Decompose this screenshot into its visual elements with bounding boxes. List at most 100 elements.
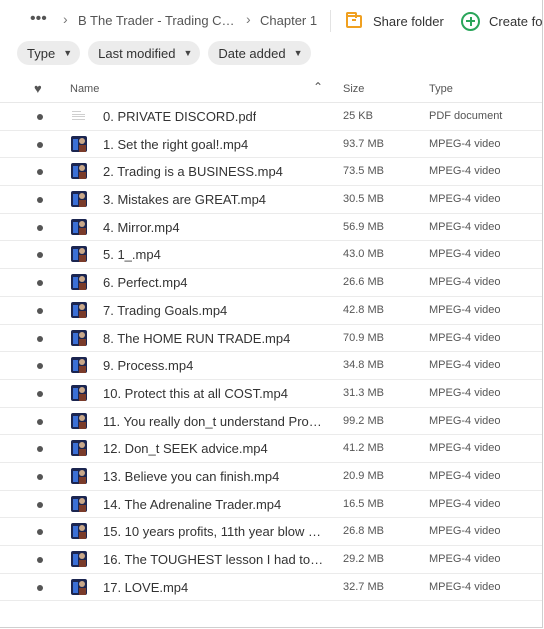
file-name[interactable]: 9. Process.mp4 bbox=[103, 358, 193, 373]
video-thumbnail-icon bbox=[71, 135, 87, 152]
filter-type-dropdown[interactable]: Type ▼ bbox=[17, 41, 81, 65]
create-folder-button[interactable]: Create folder bbox=[461, 8, 542, 34]
filter-last-modified-dropdown[interactable]: Last modified ▼ bbox=[88, 41, 201, 65]
file-size: 30.5 MB bbox=[343, 193, 384, 206]
chevron-down-icon: ▼ bbox=[63, 48, 73, 58]
file-name[interactable]: 5. 1_.mp4 bbox=[103, 247, 161, 262]
file-name[interactable]: 10. Protect this at all COST.mp4 bbox=[103, 386, 288, 401]
more-options-icon[interactable]: ••• bbox=[30, 10, 48, 28]
table-row[interactable]: 10. Protect this at all COST.mp4 31.3 MB M… bbox=[0, 380, 542, 408]
file-type: MPEG-4 video bbox=[429, 497, 501, 510]
file-size: 93.7 MB bbox=[343, 137, 384, 150]
file-name[interactable]: 7. Trading Goals.mp4 bbox=[103, 303, 227, 318]
row-bullet-icon bbox=[37, 335, 43, 342]
row-bullet-icon bbox=[37, 529, 43, 536]
file-name[interactable]: 1. Set the right goal!.mp4 bbox=[103, 137, 248, 152]
table-row[interactable]: 12. Don_t SEEK advice.mp4 41.2 MB MPEG-4 v… bbox=[0, 435, 542, 463]
video-thumbnail-icon bbox=[71, 440, 87, 457]
file-name[interactable]: 15. 10 years profits, 11th year blow up.… bbox=[103, 524, 325, 539]
file-size: 31.3 MB bbox=[343, 386, 384, 399]
row-bullet-icon bbox=[37, 169, 43, 176]
file-type: MPEG-4 video bbox=[429, 442, 501, 455]
file-browser-window: ••• › B The Trader - Trading Cou... › Ch… bbox=[0, 0, 543, 628]
file-name[interactable]: 14. The Adrenaline Trader.mp4 bbox=[103, 497, 281, 512]
video-thumbnail-icon bbox=[71, 467, 87, 484]
table-row[interactable]: 13. Believe you can finish.mp4 20.9 MB MPE… bbox=[0, 463, 542, 491]
chevron-down-icon: ▼ bbox=[183, 48, 193, 58]
filter-label: Date added bbox=[218, 45, 286, 61]
filter-date-added-dropdown[interactable]: Date added ▼ bbox=[208, 41, 311, 65]
file-size: 34.8 MB bbox=[343, 359, 384, 372]
video-thumbnail-icon bbox=[71, 191, 87, 208]
video-thumbnail-icon bbox=[71, 301, 87, 318]
file-size: 73.5 MB bbox=[343, 165, 384, 178]
file-type: MPEG-4 video bbox=[429, 580, 501, 593]
file-name[interactable]: 3. Mistakes are GREAT.mp4 bbox=[103, 192, 266, 207]
file-name[interactable]: 16. The TOUGHEST lesson I had to lear... bbox=[103, 552, 325, 567]
row-bullet-icon bbox=[37, 197, 43, 204]
table-row[interactable]: 8. The HOME RUN TRADE.mp4 70.9 MB MPEG-4 v… bbox=[0, 325, 542, 353]
table-row[interactable]: 14. The Adrenaline Trader.mp4 16.5 MB MPEG… bbox=[0, 491, 542, 519]
file-size: 42.8 MB bbox=[343, 303, 384, 316]
breadcrumb-chevron-icon: › bbox=[246, 11, 251, 27]
table-row[interactable]: 4. Mirror.mp4 56.9 MB MPEG-4 video bbox=[0, 214, 542, 242]
table-row[interactable]: 6. Perfect.mp4 26.6 MB MPEG-4 video bbox=[0, 269, 542, 297]
type-column-header[interactable]: Type bbox=[429, 83, 453, 95]
file-name[interactable]: 11. You really don_t understand Probabil… bbox=[103, 414, 325, 429]
file-name[interactable]: 6. Perfect.mp4 bbox=[103, 275, 188, 290]
table-row[interactable]: 1. Set the right goal!.mp4 93.7 MB MPEG-4 … bbox=[0, 131, 542, 159]
file-name[interactable]: 4. Mirror.mp4 bbox=[103, 220, 180, 235]
file-name[interactable]: 8. The HOME RUN TRADE.mp4 bbox=[103, 331, 290, 346]
file-type: MPEG-4 video bbox=[429, 469, 501, 482]
share-folder-button[interactable]: Share folder bbox=[346, 8, 444, 34]
favorite-column-icon[interactable]: ♥ bbox=[34, 81, 42, 96]
file-name[interactable]: 0. PRIVATE DISCORD.pdf bbox=[103, 109, 256, 124]
table-row[interactable]: 15. 10 years profits, 11th year blow up.… bbox=[0, 518, 542, 546]
file-type: PDF document bbox=[429, 110, 503, 122]
video-thumbnail-icon bbox=[71, 274, 87, 291]
file-name[interactable]: 17. LOVE.mp4 bbox=[103, 580, 188, 595]
file-type: MPEG-4 video bbox=[429, 165, 501, 178]
table-row[interactable]: 11. You really don_t understand Probabil… bbox=[0, 408, 542, 436]
row-bullet-icon bbox=[37, 501, 43, 508]
table-row[interactable]: 2. Trading is a BUSINESS.mp4 73.5 MB MPEG-… bbox=[0, 158, 542, 187]
file-size: 43.0 MB bbox=[343, 248, 384, 261]
table-row[interactable]: 17. LOVE.mp4 32.7 MB MPEG-4 video bbox=[0, 574, 542, 602]
row-bullet-icon bbox=[37, 252, 43, 259]
file-name[interactable]: 2. Trading is a BUSINESS.mp4 bbox=[103, 164, 283, 179]
video-thumbnail-icon bbox=[71, 246, 87, 263]
table-row[interactable]: 9. Process.mp4 34.8 MB MPEG-4 video bbox=[0, 352, 542, 380]
table-row[interactable]: 5. 1_.mp4 43.0 MB MPEG-4 video bbox=[0, 241, 542, 270]
filter-label: Type bbox=[27, 45, 56, 61]
row-bullet-icon bbox=[37, 557, 43, 563]
row-bullet-icon bbox=[37, 114, 43, 120]
video-thumbnail-icon bbox=[71, 384, 87, 401]
row-bullet-icon bbox=[37, 390, 43, 397]
breadcrumb-current-folder[interactable]: Chapter 1 bbox=[260, 13, 317, 28]
breadcrumb-parent-folder[interactable]: B The Trader - Trading Cou... bbox=[78, 13, 238, 28]
file-type: MPEG-4 video bbox=[429, 303, 501, 316]
row-bullet-icon bbox=[37, 224, 43, 231]
file-type: MPEG-4 video bbox=[429, 359, 501, 372]
file-name[interactable]: 13. Believe you can finish.mp4 bbox=[103, 469, 279, 484]
sort-ascending-icon[interactable]: ⌃ bbox=[313, 80, 323, 94]
file-size: 41.2 MB bbox=[343, 442, 384, 455]
file-type: MPEG-4 video bbox=[429, 414, 501, 427]
video-thumbnail-icon bbox=[71, 578, 87, 595]
pdf-thumbnail-icon bbox=[71, 109, 87, 123]
row-bullet-icon bbox=[37, 473, 43, 480]
file-name[interactable]: 12. Don_t SEEK advice.mp4 bbox=[103, 441, 268, 456]
table-header: ♥ Name ⌃ Size Type bbox=[0, 77, 542, 103]
table-row[interactable]: 7. Trading Goals.mp4 42.8 MB MPEG-4 video bbox=[0, 297, 542, 325]
table-row[interactable]: 3. Mistakes are GREAT.mp4 30.5 MB MPEG-4 v… bbox=[0, 186, 542, 214]
breadcrumb-chevron-icon: › bbox=[63, 11, 68, 27]
file-size: 70.9 MB bbox=[343, 331, 384, 344]
file-type: MPEG-4 video bbox=[429, 248, 501, 261]
file-type: MPEG-4 video bbox=[429, 525, 501, 538]
file-size: 32.7 MB bbox=[343, 580, 384, 593]
table-row[interactable]: 0. PRIVATE DISCORD.pdf 25 KB PDF document bbox=[0, 103, 542, 131]
table-row[interactable]: 16. The TOUGHEST lesson I had to lear...… bbox=[0, 546, 542, 574]
filter-label: Last modified bbox=[98, 45, 176, 61]
size-column-header[interactable]: Size bbox=[343, 83, 364, 95]
name-column-header[interactable]: Name bbox=[70, 83, 99, 95]
